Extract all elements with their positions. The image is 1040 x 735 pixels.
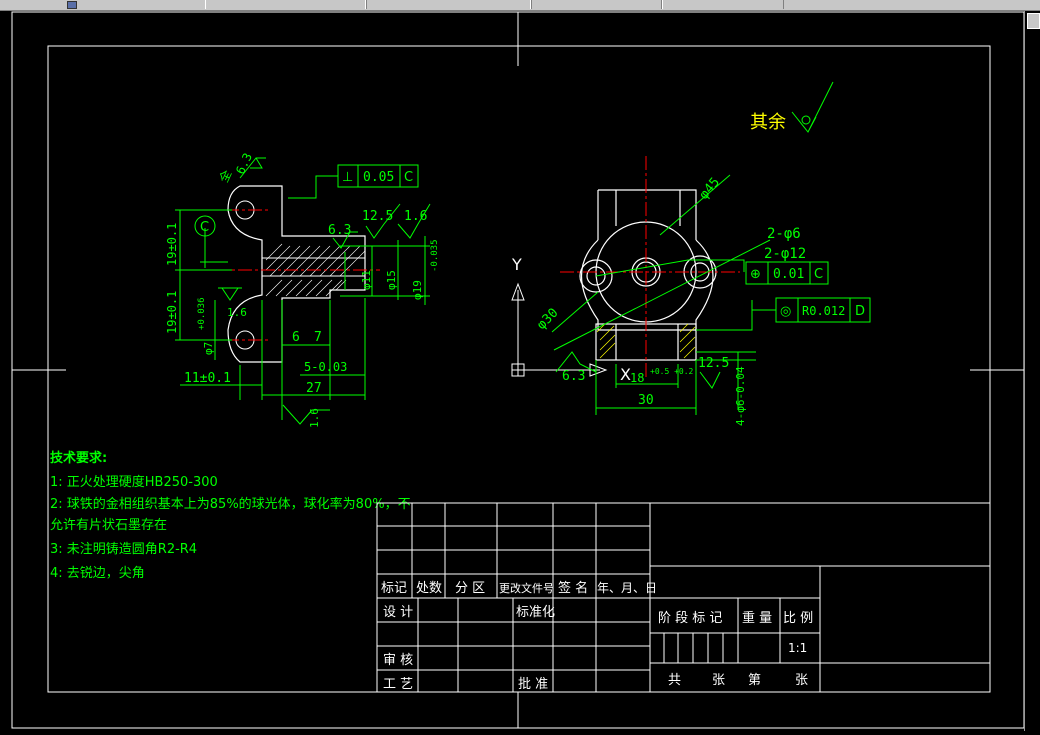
title-block-text: 标记 处数 分 区 更改文件号 签 名 年、月、日 设 计 标准化 审 核 工 … bbox=[381, 580, 813, 692]
dim-18-label: 18 bbox=[630, 371, 644, 385]
hole-12-label: 2-φ12 bbox=[764, 246, 806, 262]
dim-19-upper: 19±0.1 bbox=[165, 223, 179, 266]
concentricity-symbol: ◎ bbox=[780, 304, 791, 319]
concentricity-value: R0.012 bbox=[802, 304, 845, 318]
tb-unit-1: 张 bbox=[712, 673, 725, 688]
title-block bbox=[376, 502, 991, 693]
tb-count: 处数 bbox=[416, 581, 442, 596]
roughness-6-3: 6.3 bbox=[562, 369, 585, 384]
dia-45-label: φ45 bbox=[697, 175, 724, 203]
dim-dia-15: φ15 bbox=[385, 270, 398, 290]
dim-27: 27 bbox=[306, 381, 322, 396]
dim-5: 5-0.03 bbox=[304, 360, 347, 374]
general-roughness-note: 其余 bbox=[750, 81, 834, 133]
tb-unit-2: 张 bbox=[795, 673, 808, 688]
tb-weight: 重 量 bbox=[742, 610, 772, 626]
small-roughness: 1.6 bbox=[227, 306, 247, 319]
roughness-label-3: 1.6 bbox=[404, 209, 427, 224]
right-front-view: Y X φ45 φ30 2-φ6 2-φ12 ⊕ 0.01 C ◎ R0.012… bbox=[511, 156, 871, 426]
tolerance-datum: C bbox=[404, 170, 413, 185]
top-roughness-prefix: 全 bbox=[216, 167, 235, 184]
tech-req-item-3: 3: 未注明铸造圆角R2-R4 bbox=[50, 541, 197, 557]
dim-dia-19: φ19 bbox=[411, 280, 424, 300]
other-surfaces-label: 其余 bbox=[750, 112, 786, 133]
left-section-view: C ⊥ 0.05 C 全 6.3 6.3 12.5 1.6 19±0.1 19±… bbox=[165, 151, 440, 428]
perpendicular-symbol: ⊥ bbox=[342, 170, 353, 185]
tech-req-item-4: 4: 去锐边，尖角 bbox=[50, 566, 145, 581]
dim-18-tolerance: +0.5 +0.2 bbox=[650, 367, 694, 376]
centerlines bbox=[215, 209, 380, 341]
tb-process: 工 艺 bbox=[383, 677, 413, 692]
tb-approve: 批 准 bbox=[518, 677, 548, 692]
roughness-12-5: 12.5 bbox=[698, 356, 729, 371]
vertical-scrollbar[interactable] bbox=[1024, 11, 1040, 731]
tb-total: 共 bbox=[668, 673, 681, 688]
tb-date: 年、月、日 bbox=[597, 581, 657, 595]
roughness-label-2: 12.5 bbox=[362, 209, 393, 224]
tb-mark: 标记 bbox=[381, 581, 407, 596]
tb-scale-value: 1:1 bbox=[788, 641, 807, 655]
side-hole-label: 4-φ6-0.04 bbox=[734, 366, 747, 426]
tb-sheet-no: 第 bbox=[748, 673, 761, 688]
top-roughness-value: 6.3 bbox=[233, 151, 255, 177]
concentricity-tolerance-frame: ◎ R0.012 D bbox=[752, 297, 871, 323]
position-datum: C bbox=[814, 267, 823, 282]
roughness-label-1: 6.3 bbox=[328, 223, 351, 238]
dim-11: 11±0.1 bbox=[184, 371, 231, 386]
tolerance-value: 0.05 bbox=[363, 170, 394, 185]
ucs-y-label: Y bbox=[511, 255, 522, 274]
tb-scale: 比 例 bbox=[783, 611, 813, 626]
dim-dia-11: φ11 bbox=[360, 270, 373, 290]
datum-c-label: C bbox=[200, 220, 209, 235]
scrollbar-thumb[interactable] bbox=[1027, 13, 1040, 29]
tech-req-item-2b: 允许有片状石墨存在 bbox=[50, 517, 167, 533]
dim-7: 7 bbox=[314, 330, 322, 345]
tb-signature: 签 名 bbox=[558, 580, 588, 596]
position-tolerance-frame: ⊕ 0.01 C bbox=[745, 261, 829, 285]
tb-review: 审 核 bbox=[383, 653, 413, 668]
dim-tol-minus: -0.035 bbox=[430, 239, 440, 272]
tb-stage-mark: 阶 段 标 记 bbox=[658, 611, 722, 626]
tb-design: 设 计 bbox=[383, 605, 413, 620]
perpendicularity-tolerance-frame: ⊥ 0.05 C bbox=[337, 164, 419, 188]
dim-19-lower: 19±0.1 bbox=[165, 291, 179, 334]
bottom-roughness: 1.6 bbox=[308, 408, 321, 428]
position-value: 0.01 bbox=[773, 267, 804, 282]
concentricity-datum: D bbox=[855, 304, 865, 319]
position-symbol: ⊕ bbox=[750, 267, 761, 282]
tb-standardization: 标准化 bbox=[516, 605, 555, 620]
tb-change-doc: 更改文件号 bbox=[499, 581, 554, 595]
dim-dia-7: φ7 bbox=[202, 342, 215, 355]
dim-tol-plus: +0.036 bbox=[197, 297, 207, 330]
technical-requirements: 技术要求: 1: 正火处理硬度HB250-300 2: 球铁的金相组织基本上为8… bbox=[50, 450, 411, 581]
dim-30-label: 30 bbox=[638, 393, 654, 408]
tech-req-title: 技术要求: bbox=[50, 450, 107, 466]
tech-req-item-2: 2: 球铁的金相组织基本上为85%的球光体，球化率为80%，不 bbox=[50, 496, 411, 512]
hole-6-label: 2-φ6 bbox=[767, 226, 801, 242]
tech-req-item-1: 1: 正火处理硬度HB250-300 bbox=[50, 474, 218, 490]
cad-drawing-canvas[interactable]: 其余 C ⊥ 0.05 C 全 6.3 6.3 12.5 1.6 19±0.1 … bbox=[0, 0, 1024, 735]
tb-zone: 分 区 bbox=[455, 581, 485, 596]
dim-6: 6 bbox=[292, 330, 300, 345]
dia-30-label: φ30 bbox=[534, 306, 561, 333]
